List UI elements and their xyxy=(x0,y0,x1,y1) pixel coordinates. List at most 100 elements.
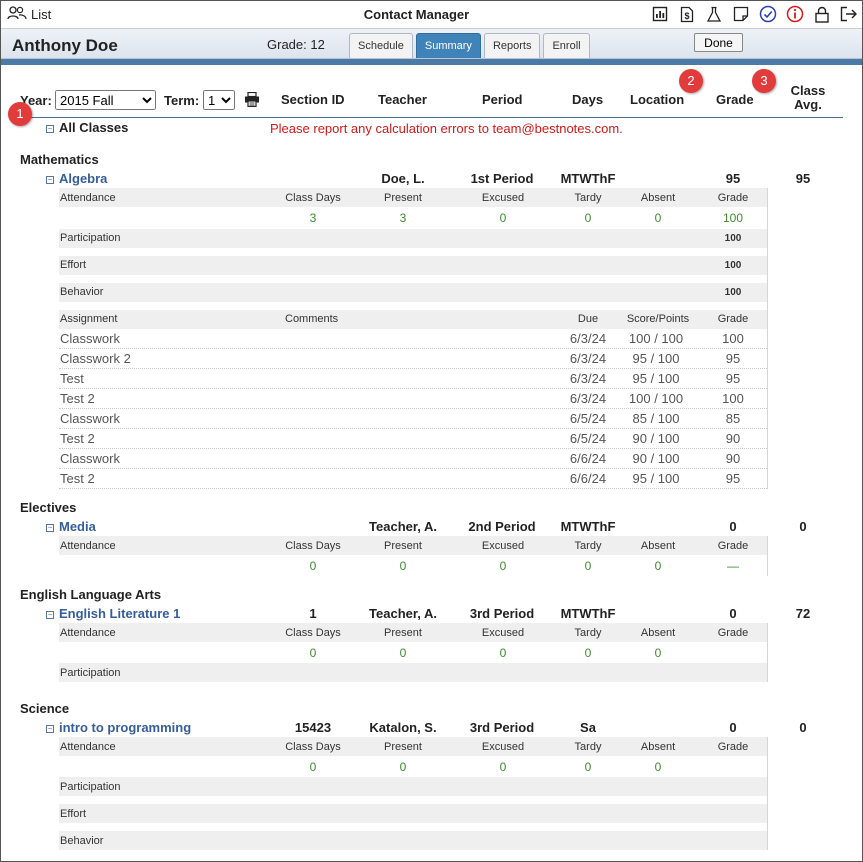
participation-row xyxy=(59,229,767,248)
term-label: Term: xyxy=(164,93,200,108)
assignment-row-divider xyxy=(59,488,767,489)
collapse-icon: − xyxy=(46,523,54,532)
absent-header: Absent xyxy=(640,627,676,639)
info-icon[interactable] xyxy=(786,5,804,23)
assignment-grade-header: Grade xyxy=(717,313,749,325)
grade-level: Grade: 12 xyxy=(267,37,325,52)
assignment-name: Test 2 xyxy=(60,431,95,446)
class-days-value: 0 xyxy=(309,646,317,660)
callout-badge-3: 3 xyxy=(752,69,776,93)
grade-column-divider xyxy=(767,536,768,576)
tardy-value: 0 xyxy=(584,760,592,774)
col-period: Period xyxy=(482,92,523,107)
collapse-icon: − xyxy=(46,175,54,184)
contact-manager-window: List Contact Manager $ Anthony Doe Grade… xyxy=(0,0,863,862)
assignment-due: 6/3/24 xyxy=(569,351,607,366)
assignment-due: 6/5/24 xyxy=(569,411,607,426)
flask-icon[interactable] xyxy=(705,5,723,23)
attendance-label: Attendance xyxy=(60,192,116,204)
assignment-score: 85 / 100 xyxy=(632,411,680,426)
error-report-message: Please report any calculation errors to … xyxy=(270,121,623,136)
collapse-icon: − xyxy=(46,724,54,733)
tardy-value: 0 xyxy=(584,559,592,573)
done-button[interactable]: Done xyxy=(694,33,743,52)
class-grade: 0 xyxy=(729,720,737,735)
note-icon[interactable] xyxy=(732,5,750,23)
absent-header: Absent xyxy=(640,741,676,753)
class-teacher: Teacher, A. xyxy=(369,606,437,621)
tab-schedule[interactable]: Schedule xyxy=(349,33,413,58)
class-toggle-intro-to-programming[interactable]: − intro to programming xyxy=(46,720,191,735)
assignment-row-divider xyxy=(59,348,767,349)
col-days: Days xyxy=(572,92,604,107)
callout-badge-1: 1 xyxy=(8,102,32,126)
assignment-due: 6/6/24 xyxy=(569,471,607,486)
class-days-value: 0 xyxy=(309,559,317,573)
class-grade: 95 xyxy=(725,171,741,186)
assignment-score: 95 / 100 xyxy=(632,471,680,486)
all-classes-toggle[interactable]: − All Classes xyxy=(46,120,128,135)
subject-heading: Mathematics xyxy=(20,152,99,167)
class-grade: 0 xyxy=(729,606,737,621)
year-select[interactable]: 2015 Fall xyxy=(55,90,156,110)
assignment-score: 95 / 100 xyxy=(632,351,680,366)
assignment-grade: 90 xyxy=(725,431,741,446)
class-days-header: Class Days xyxy=(285,540,341,552)
logout-icon[interactable] xyxy=(840,5,858,23)
present-value: 3 xyxy=(399,211,407,225)
assignment-due: 6/6/24 xyxy=(569,451,607,466)
col-teacher: Teacher xyxy=(378,92,427,107)
participation-label: Participation xyxy=(60,232,121,244)
dollar-doc-icon[interactable]: $ xyxy=(678,5,696,23)
term-select[interactable]: 1 xyxy=(203,90,235,110)
participation-label: Participation xyxy=(60,667,121,679)
assignment-row-divider xyxy=(59,388,767,389)
printer-icon[interactable] xyxy=(244,91,260,110)
student-header: Anthony Doe Grade: 12 Schedule Summary R… xyxy=(1,29,862,59)
class-days-value: 3 xyxy=(309,211,317,225)
excused-value: 0 xyxy=(499,559,507,573)
assignment-score: 95 / 100 xyxy=(632,371,680,386)
class-section-id: 1 xyxy=(309,606,317,621)
participation-label: Participation xyxy=(60,781,121,793)
participation-row xyxy=(59,777,767,796)
tab-reports[interactable]: Reports xyxy=(483,33,541,58)
class-section-id: 15423 xyxy=(294,720,332,735)
attendance-grade-value: 100 xyxy=(722,211,744,225)
effort-row xyxy=(59,804,767,823)
grade-column-divider xyxy=(767,188,768,489)
assignment-grade: 90 xyxy=(725,451,741,466)
assignment-grade: 95 xyxy=(725,351,741,366)
assignment-score: 100 / 100 xyxy=(628,331,684,346)
tardy-value: 0 xyxy=(584,211,592,225)
collapse-icon: − xyxy=(46,124,54,133)
assignment-name: Classwork 2 xyxy=(60,351,131,366)
title-bar: List Contact Manager $ xyxy=(1,1,862,29)
chart-icon[interactable] xyxy=(651,5,669,23)
subject-heading: Science xyxy=(20,701,70,716)
comments-header: Comments xyxy=(285,313,339,325)
behavior-value: 100 xyxy=(724,287,742,298)
assignment-grade: 95 xyxy=(725,371,741,386)
class-period: 3rd Period xyxy=(469,720,535,735)
excused-value: 0 xyxy=(499,211,507,225)
class-toggle-algebra[interactable]: − Algebra xyxy=(46,171,107,186)
class-toggle-media[interactable]: − Media xyxy=(46,519,96,534)
class-days-header: Class Days xyxy=(285,192,341,204)
summary-content: Year: 2015 Fall Term: 1 Section ID Teach… xyxy=(1,65,862,861)
lock-icon[interactable] xyxy=(813,5,831,23)
effort-label: Effort xyxy=(60,808,87,820)
class-toggle-english-literature[interactable]: − English Literature 1 xyxy=(46,606,180,621)
class-name: intro to programming xyxy=(59,720,192,735)
col-location: Location xyxy=(630,92,685,107)
tab-summary[interactable]: Summary xyxy=(415,33,481,58)
class-period: 2nd Period xyxy=(468,519,536,534)
assignment-score: 90 / 100 xyxy=(632,451,680,466)
class-name: Algebra xyxy=(59,171,108,186)
assignment-row-divider xyxy=(59,428,767,429)
callout-badge-2: 2 xyxy=(679,69,703,93)
excused-header: Excused xyxy=(481,540,525,552)
check-circle-icon[interactable] xyxy=(759,5,777,23)
class-avg: 95 xyxy=(795,171,811,186)
tab-enroll[interactable]: Enroll xyxy=(543,33,590,58)
